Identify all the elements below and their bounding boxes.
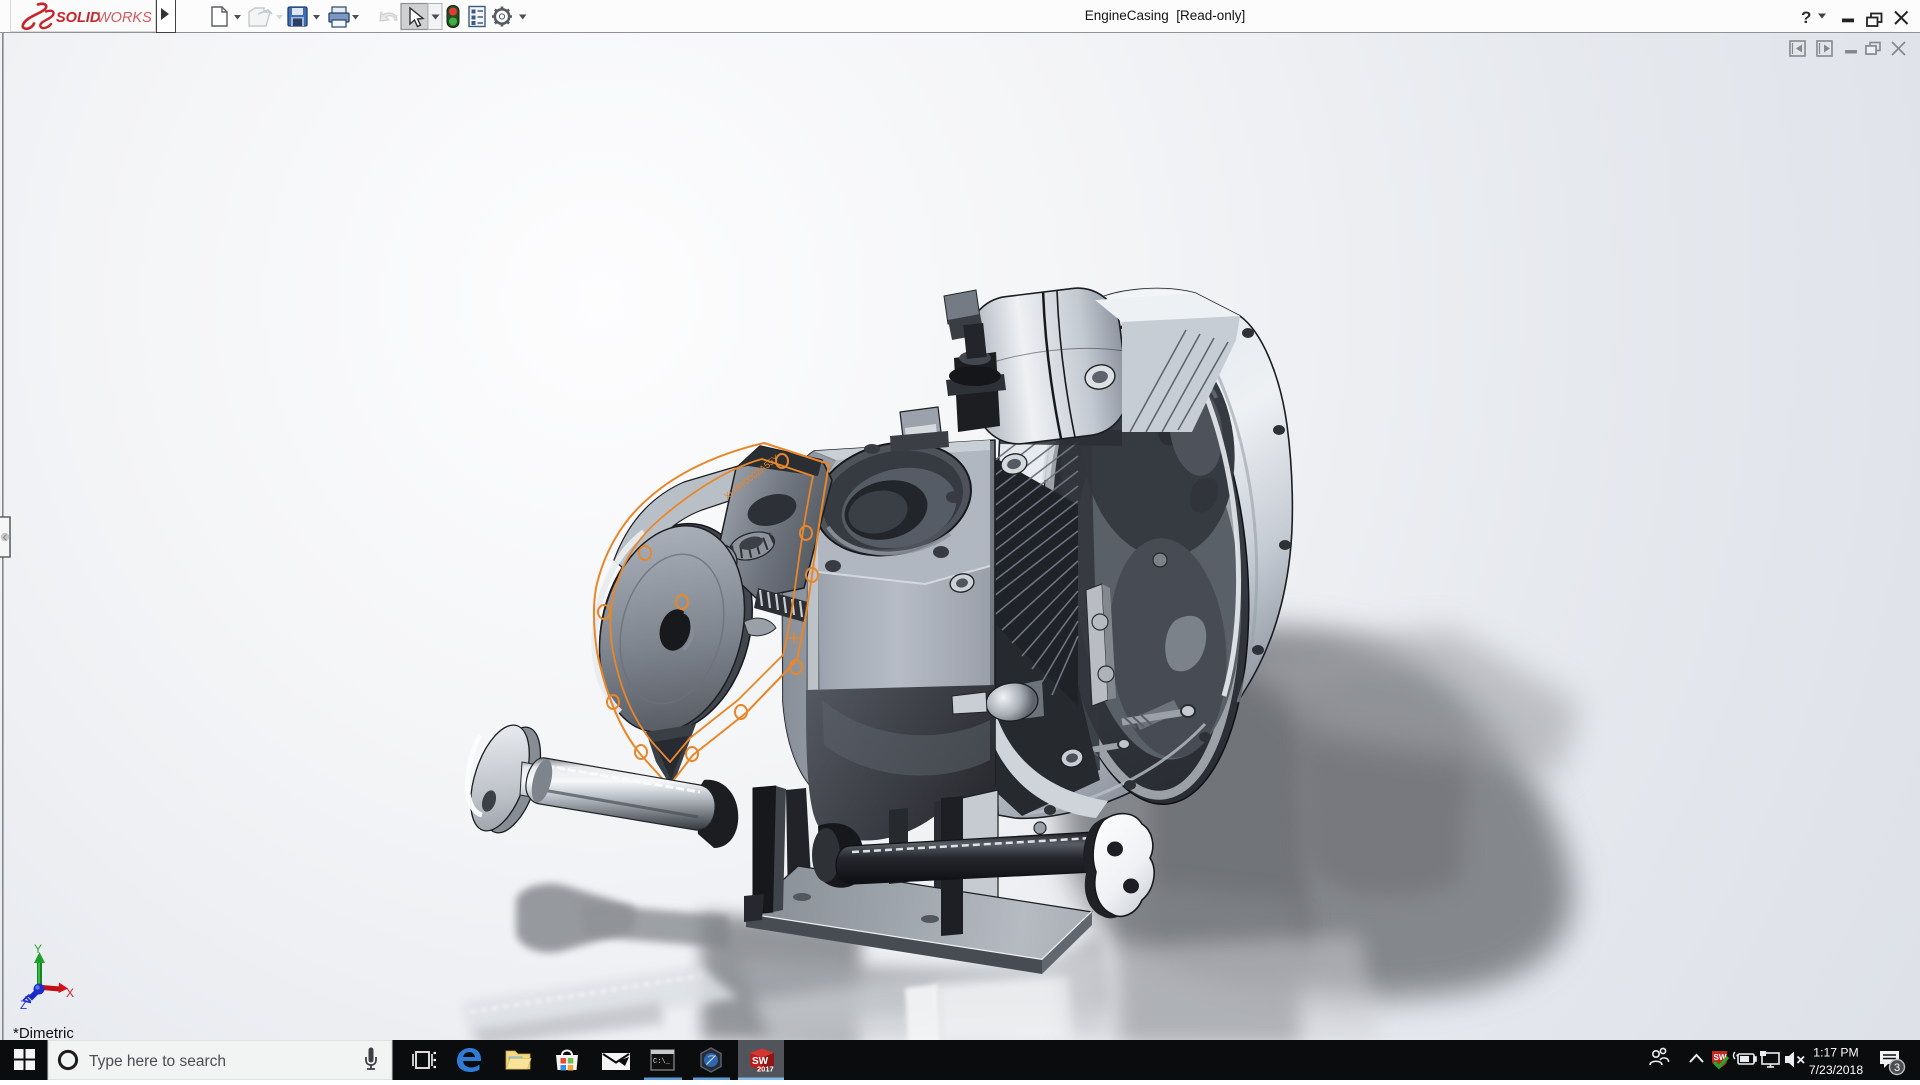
svg-text:*Dimetric: *Dimetric <box>13 1025 74 1040</box>
svg-text:2017: 2017 <box>757 1065 774 1074</box>
svg-text:Z: Z <box>20 1000 27 1012</box>
svg-text:Type here to search: Type here to search <box>89 1053 226 1070</box>
svg-text:3: 3 <box>1894 1062 1900 1074</box>
svg-text:C:\_: C:\_ <box>653 1058 671 1066</box>
svg-text:1:17 PM: 1:17 PM <box>1813 1046 1858 1060</box>
svg-text:7/23/2018: 7/23/2018 <box>1809 1063 1863 1077</box>
svg-text:?: ? <box>1801 8 1811 27</box>
svg-text:Y: Y <box>34 942 42 956</box>
svg-text:X: X <box>66 986 74 1000</box>
